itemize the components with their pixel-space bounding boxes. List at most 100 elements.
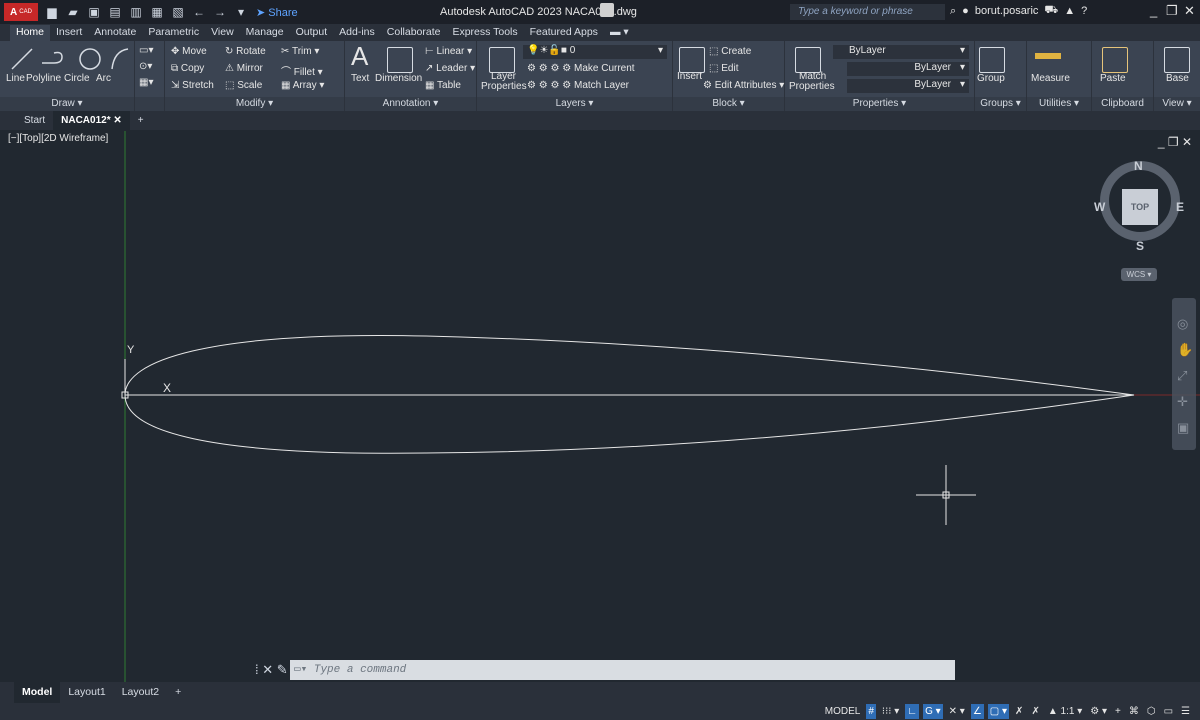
tab-output[interactable]: Output — [290, 25, 334, 41]
minimize-icon[interactable]: _ — [1150, 3, 1157, 18]
close-icon[interactable]: ✕ — [113, 115, 121, 126]
customize-menu-icon[interactable]: ☰ — [1179, 704, 1192, 719]
compass-s[interactable]: S — [1136, 239, 1144, 253]
lineweight-dropdown[interactable]: ByLayer ▾ — [847, 79, 969, 93]
workspace-gear-icon[interactable]: ⚙ ▾ — [1088, 704, 1109, 719]
layer-properties-icon[interactable] — [489, 47, 515, 73]
arc-button[interactable]: Arc — [96, 73, 111, 84]
model-space-button[interactable]: MODEL — [823, 704, 863, 719]
hatch-icon[interactable]: ▦▾ — [139, 77, 153, 88]
share-button[interactable]: ➤ Share — [256, 6, 298, 19]
user-name[interactable]: borut.posaric — [975, 5, 1039, 17]
title-badge-icon[interactable] — [600, 3, 614, 17]
tab-home[interactable]: Home — [10, 25, 51, 41]
array-button[interactable]: ▦ Array ▾ — [281, 80, 324, 91]
search-input[interactable]: Type a keyword or phrase — [790, 4, 945, 20]
tab-manage[interactable]: Manage — [240, 25, 290, 41]
help-icon[interactable]: ? — [1081, 5, 1087, 17]
compass-w[interactable]: W — [1094, 200, 1105, 214]
linear-button[interactable]: ⊢ Linear ▾ — [425, 46, 472, 57]
tab-add-ins[interactable]: Add-ins — [333, 25, 381, 41]
viewcube-face[interactable]: TOP — [1122, 189, 1158, 225]
close-icon[interactable]: ✕ — [1184, 3, 1195, 19]
plot-icon[interactable]: ▦ — [150, 5, 164, 19]
grid-icon[interactable]: # — [866, 704, 876, 719]
insert-icon[interactable] — [679, 47, 705, 73]
leader-button[interactable]: ↗ Leader ▾ — [425, 63, 475, 74]
layer-dropdown[interactable]: 💡☀🔓■ 0 ▾ — [523, 45, 667, 59]
dimension-button[interactable]: Dimension — [375, 73, 422, 84]
groups-panel-label[interactable]: Groups ▾ — [975, 97, 1026, 111]
tab-annotate[interactable]: Annotate — [88, 25, 142, 41]
airfoil-outline[interactable] — [124, 334, 1135, 454]
osnap-tracking-icon[interactable]: ∠ — [970, 704, 984, 719]
group-icon[interactable] — [979, 47, 1005, 73]
tab-more-icon[interactable]: ▬ ▾ — [604, 25, 635, 41]
tab-model[interactable]: Model — [14, 682, 61, 703]
polar-icon[interactable]: G ▾ — [923, 704, 943, 719]
restore-icon[interactable]: ❐ — [1166, 3, 1178, 19]
line-button[interactable]: Line — [6, 73, 25, 84]
autodesk-a-icon[interactable]: ▲ — [1064, 5, 1075, 17]
tab-layout2[interactable]: Layout2 — [114, 682, 167, 703]
clean-screen-icon[interactable]: ▭ — [1162, 704, 1175, 719]
tab-express-tools[interactable]: Express Tools — [446, 25, 523, 41]
edit-block-button[interactable]: ⬚ Edit — [709, 63, 738, 74]
utilities-panel-label[interactable]: Utilities ▾ — [1027, 97, 1091, 111]
insert-button[interactable]: Insert — [677, 71, 702, 82]
auto-scale-icon[interactable]: ✗ — [1029, 704, 1041, 719]
qa-dropdown-icon[interactable]: ▾ — [234, 5, 248, 19]
start-tab[interactable]: Start — [16, 111, 53, 130]
properties-panel-label[interactable]: Properties ▾ — [785, 97, 974, 111]
layers-panel-label[interactable]: Layers ▾ — [477, 97, 672, 111]
rotate-button[interactable]: ↻ Rotate — [225, 46, 266, 57]
rectangle-icon[interactable]: ▭▾ — [139, 45, 153, 56]
paste-icon[interactable] — [1102, 47, 1128, 73]
move-button[interactable]: ✥ Move — [171, 46, 207, 57]
new-icon[interactable]: ▆ — [45, 5, 59, 19]
tab-parametric[interactable]: Parametric — [142, 25, 205, 41]
group-button[interactable]: Group — [977, 73, 1005, 84]
create-block-button[interactable]: ⬚ Create — [709, 46, 751, 57]
add-layout-icon[interactable]: + — [167, 682, 189, 703]
command-history-icon[interactable]: ▭▾ — [294, 664, 314, 676]
wcs-menu[interactable]: WCS ▾ — [1121, 268, 1157, 281]
linetype-dropdown[interactable]: ByLayer ▾ — [847, 62, 969, 76]
search-icon[interactable]: ⌕ — [950, 5, 956, 18]
view-panel-label[interactable]: View ▾ — [1154, 97, 1200, 111]
command-input[interactable]: ▭▾ Type a command — [290, 660, 955, 680]
annotation-monitor-icon[interactable]: + — [1113, 704, 1123, 719]
polyline-button[interactable]: Polyline — [26, 73, 61, 84]
snap-icon[interactable]: ⁝⁝⁝ ▾ — [880, 704, 901, 719]
tab-layout1[interactable]: Layout1 — [60, 682, 113, 703]
fillet-button[interactable]: ⌒ Fillet ▾ — [281, 63, 323, 78]
text-button[interactable]: Text — [351, 73, 369, 84]
measure-icon[interactable] — [1035, 53, 1061, 59]
drawing-tab[interactable]: NACA012* ✕ — [53, 111, 130, 130]
table-button[interactable]: ▦ Table — [425, 80, 461, 91]
pan-icon[interactable]: ✋ — [1177, 342, 1193, 358]
modify-panel-label[interactable]: Modify ▾ — [165, 97, 344, 111]
save-icon[interactable]: ▣ — [87, 5, 101, 19]
user-icon[interactable]: ● — [962, 5, 969, 17]
circle-button[interactable]: Circle — [64, 73, 90, 84]
scale-button[interactable]: ⬚ Scale — [225, 80, 262, 91]
paste-button[interactable]: Paste — [1100, 73, 1126, 84]
command-tools[interactable]: ⁞ ✕ ✎ — [255, 660, 290, 680]
units-icon[interactable]: ⌘ — [1127, 704, 1141, 719]
undo-icon[interactable]: ← — [192, 5, 206, 19]
edit-attributes-button[interactable]: ⚙ Edit Attributes ▾ — [703, 80, 784, 91]
clipboard-panel-label[interactable]: Clipboard — [1092, 97, 1153, 111]
showmotion-icon[interactable]: ▣ — [1177, 420, 1189, 436]
dimension-icon[interactable] — [387, 47, 413, 73]
osnap-icon[interactable]: ▢ ▾ — [987, 704, 1010, 719]
layer-properties-label-2[interactable]: Properties — [481, 81, 527, 92]
compass-e[interactable]: E — [1176, 200, 1184, 214]
measure-button[interactable]: Measure — [1031, 73, 1070, 84]
tab-insert[interactable]: Insert — [50, 25, 88, 41]
open-icon[interactable]: ▰ — [66, 5, 80, 19]
drawing-canvas[interactable]: [−][Top][2D Wireframe] _ ❐ ✕ Y X TOP N S… — [6, 131, 1200, 682]
trim-button[interactable]: ✂ Trim ▾ — [281, 46, 319, 57]
base-button[interactable]: Base — [1166, 73, 1189, 84]
annotation-visibility-icon[interactable]: ✗ — [1013, 704, 1025, 719]
